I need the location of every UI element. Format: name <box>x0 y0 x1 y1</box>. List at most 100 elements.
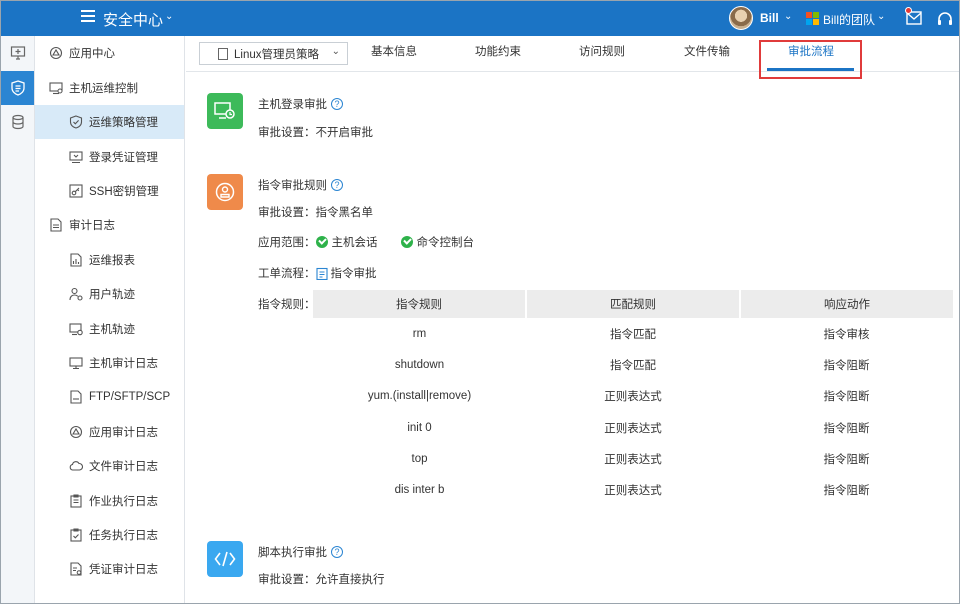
sidebar-item-label: 用户轨迹 <box>89 289 135 301</box>
script-approval-setting: 审批设置： 允许直接执行 <box>258 571 385 587</box>
team-chevron-down-icon[interactable]: ⌄ <box>877 11 885 22</box>
avatar[interactable] <box>729 6 753 30</box>
sidebar-item-login-credential[interactable]: 登录凭证管理 <box>35 140 184 174</box>
table-row: top 正则表达式 指令阻断 <box>313 443 953 475</box>
table-row: rm 指令匹配 指令审核 <box>313 318 953 350</box>
sidebar-item-label: 文件审计日志 <box>89 461 158 473</box>
sidebar-item-file-audit-log[interactable]: 文件审计日志 <box>35 449 184 483</box>
ftp-icon <box>70 390 82 404</box>
table-row: shutdown 指令匹配 指令阻断 <box>313 349 953 381</box>
host-ops-icon <box>49 82 63 95</box>
sidebar-item-label: 审计日志 <box>69 220 115 232</box>
report-icon <box>70 253 82 267</box>
sidebar-item-host-audit-log[interactable]: 主机审计日志 <box>35 346 184 380</box>
sidebar-item-cert-audit-log[interactable]: 凭证审计日志 <box>35 552 184 586</box>
table-cell: 指令匹配 <box>526 349 740 381</box>
sidebar-item-ftp[interactable]: FTP/SFTP/SCP <box>35 380 184 414</box>
setting-value: 不开启审批 <box>315 127 374 139</box>
job-log-icon <box>70 494 82 508</box>
notification-badge <box>905 7 912 14</box>
policy-select[interactable]: Linux管理员策略 ⌄ <box>199 42 348 65</box>
command-rules-table: 指令规则 匹配规则 响应动作 rm 指令匹配 指令审核 shutdown 指令匹… <box>313 290 953 506</box>
help-icon[interactable]: ? <box>331 546 343 558</box>
sidebar-item-job-log[interactable]: 作业执行日志 <box>35 484 184 518</box>
help-icon[interactable]: ? <box>331 179 343 191</box>
host-track-icon <box>69 323 83 336</box>
app-grid-icon[interactable] <box>1 36 34 70</box>
sidebar-item-audit-log[interactable]: 审计日志 <box>35 208 184 242</box>
shield-audit-icon[interactable] <box>1 71 34 105</box>
tab-file-transfer[interactable]: 文件传输 <box>675 36 739 71</box>
user-track-icon <box>69 287 83 301</box>
sidebar-item-ssh-key[interactable]: SSH密钥管理 <box>35 174 184 208</box>
sidebar-item-app-center[interactable]: 应用中心 <box>35 36 184 70</box>
key-icon <box>69 184 83 198</box>
table-row: init 0 正则表达式 指令阻断 <box>313 411 953 444</box>
table-cell: 正则表达式 <box>526 411 740 444</box>
sidebar-item-host-track[interactable]: 主机轨迹 <box>35 312 184 346</box>
sidebar-item-label: 运维策略管理 <box>89 117 158 129</box>
cert-audit-icon <box>70 562 82 576</box>
chevron-down-icon[interactable]: ⌄ <box>165 11 173 22</box>
app-center-icon <box>49 46 63 60</box>
table-row: dis inter b 正则表达式 指令阻断 <box>313 474 953 506</box>
main-content: 主机登录审批 ? 审批设置： 不开启审批 指令审批规则 ? 审批设置： 指令黑名… <box>186 73 959 603</box>
sidebar-item-label: 主机运维控制 <box>69 83 138 95</box>
chevron-down-icon: ⌄ <box>331 46 340 57</box>
login-approval-setting: 审批设置： 不开启审批 <box>258 124 373 140</box>
table-cell: 指令阻断 <box>740 380 953 412</box>
document-icon <box>218 47 228 60</box>
table-cell: 指令审核 <box>740 318 953 350</box>
column-header: 指令规则 <box>313 290 527 318</box>
setting-label: 审批设置： <box>258 207 316 219</box>
sidebar-item-label: 任务执行日志 <box>89 530 158 542</box>
table-cell: 指令匹配 <box>526 318 740 350</box>
user-name[interactable]: Bill <box>760 11 779 25</box>
side-menu: 应用中心 主机运维控制 运维策略管理 登录凭证管理 SSH密钥管理 审计日志 运… <box>35 36 185 603</box>
sidebar-item-label: 运维报表 <box>89 255 135 267</box>
table-cell: top <box>313 443 526 475</box>
shield-check-icon <box>69 115 83 129</box>
sidebar-item-label: 主机审计日志 <box>89 358 158 370</box>
database-icon[interactable] <box>1 105 34 139</box>
sidebar-item-task-log[interactable]: 任务执行日志 <box>35 518 184 552</box>
tab-basic-info[interactable]: 基本信息 <box>362 36 426 71</box>
command-approval-scope: 应用范围： 主机会话 命令控制台 <box>258 234 474 250</box>
tab-function-constraint[interactable]: 功能约束 <box>466 36 530 71</box>
section-title: 指令审批规则 <box>258 180 327 192</box>
sidebar-item-app-audit-log[interactable]: 应用审计日志 <box>35 415 184 449</box>
icon-rail <box>1 36 35 603</box>
help-icon[interactable]: ? <box>331 98 343 110</box>
monitor-icon <box>69 357 83 370</box>
cloud-file-icon <box>69 461 83 471</box>
workflow-value[interactable]: 指令审批 <box>331 265 377 281</box>
sidebar-item-label: 作业执行日志 <box>89 496 158 508</box>
rules-label: 指令规则： <box>258 299 316 311</box>
audit-log-icon <box>50 218 62 232</box>
sidebar-item-ops-report[interactable]: 运维报表 <box>35 243 184 277</box>
scope-label: 应用范围： <box>258 237 316 249</box>
sidebar-item-host-ops[interactable]: 主机运维控制 <box>35 71 184 105</box>
command-approval-setting: 审批设置： 指令黑名单 <box>258 204 373 220</box>
table-cell: rm <box>313 318 526 350</box>
table-row: yum.(install|remove) 正则表达式 指令阻断 <box>313 380 953 412</box>
script-approval-title: 脚本执行审批 ? <box>258 544 343 560</box>
sidebar-item-label: SSH密钥管理 <box>89 186 159 198</box>
table-cell: 指令阻断 <box>740 443 953 475</box>
check-icon <box>400 236 413 248</box>
sidebar-item-ops-policy[interactable]: 运维策略管理 <box>35 105 184 139</box>
team-name[interactable]: Bill的团队 <box>823 11 875 28</box>
headset-icon[interactable] <box>937 11 953 26</box>
section-title: 主机登录审批 <box>258 99 327 111</box>
login-approval-icon <box>207 93 243 129</box>
app-title[interactable]: 安全中心 <box>103 9 163 30</box>
user-chevron-down-icon[interactable]: ⌄ <box>784 11 792 22</box>
command-approval-icon <box>207 174 243 210</box>
section-title: 脚本执行审批 <box>258 547 327 559</box>
command-approval-workflow: 工单流程： 指令审批 <box>258 265 377 281</box>
table-cell: init 0 <box>313 411 526 444</box>
table-cell: 正则表达式 <box>526 474 740 506</box>
sidebar-item-user-track[interactable]: 用户轨迹 <box>35 277 184 311</box>
menu-icon[interactable] <box>81 10 95 24</box>
tab-access-rules[interactable]: 访问规则 <box>570 36 634 71</box>
